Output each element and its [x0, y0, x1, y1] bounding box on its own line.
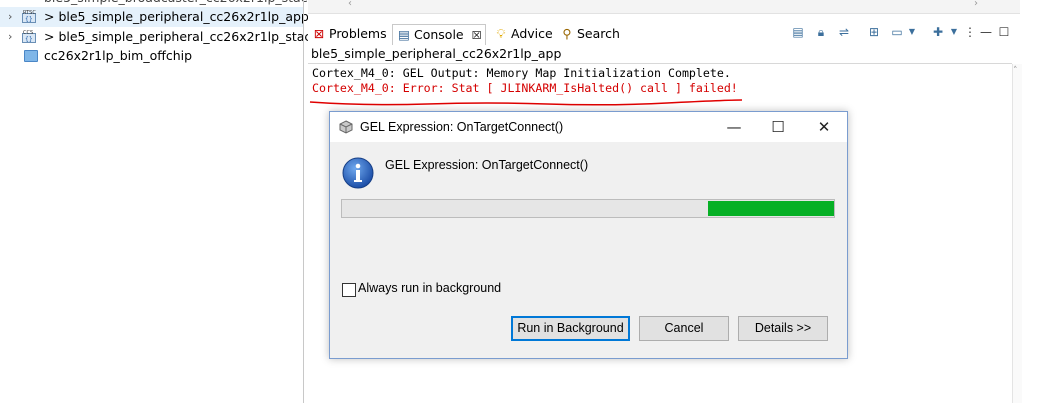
details-button[interactable]: Details >> — [738, 316, 828, 341]
display-console-icon[interactable]: ▭ — [889, 24, 905, 40]
tree-item-label: > ble5_simple_peripheral_cc26x2r1lp_stac… — [44, 29, 332, 44]
progress-bar — [341, 199, 835, 218]
chevron-down-icon[interactable]: ▼ — [946, 24, 962, 40]
tab-problems[interactable]: ⊠ Problems — [312, 24, 387, 44]
maximize-button[interactable]: ☐ — [755, 112, 801, 142]
clear-console-icon[interactable]: ▤ — [790, 24, 806, 40]
console-output-line: Cortex_M4_0: GEL Output: Memory Map Init… — [312, 66, 731, 80]
gel-expression-dialog: GEL Expression: OnTargetConnect() — ☐ ✕ … — [329, 111, 848, 359]
rtsc-project-icon: RTSC {} — [22, 10, 36, 23]
tab-search[interactable]: ⚲ Search — [560, 24, 620, 44]
vertical-scrollbar[interactable]: ˄ — [1012, 64, 1022, 403]
ccs-project-icon: CCS {} — [22, 30, 36, 43]
tree-item-label: > ble5_simple_peripheral_cc26x2r1lp_app … — [44, 9, 327, 24]
expand-chevron-icon[interactable]: › — [8, 7, 12, 27]
console-title: ble5_simple_peripheral_cc26x2r1lp_app — [311, 46, 562, 61]
divider — [308, 63, 1012, 64]
info-icon — [342, 157, 374, 189]
project-explorer: ble5_simple_broadcaster_cc26x2r1lp_stack… — [0, 0, 332, 403]
minimize-view-icon[interactable]: — — [978, 24, 994, 40]
maximize-view-icon[interactable]: ☐ — [996, 24, 1012, 40]
dialog-message: GEL Expression: OnTargetConnect() — [385, 158, 589, 172]
console-error-line: Cortex_M4_0: Error: Stat [ JLINKARM_IsHa… — [312, 81, 738, 95]
checkbox-label[interactable]: Always run in background — [358, 281, 501, 295]
folder-icon — [24, 50, 38, 62]
svg-text:{}: {} — [25, 36, 33, 43]
minimize-button[interactable]: — — [711, 112, 757, 142]
lightbulb-icon: 💡︎ — [496, 26, 506, 41]
view-divider[interactable] — [303, 0, 304, 403]
tree-item-simple-peripheral-app[interactable]: › RTSC {} > ble5_simple_peripheral_cc26x… — [0, 7, 326, 27]
open-console-icon[interactable]: ✚ — [930, 24, 946, 40]
chevron-down-icon[interactable]: ▼ — [904, 24, 920, 40]
progress-fill — [708, 201, 834, 216]
word-wrap-icon[interactable]: ⇌ — [836, 24, 852, 40]
view-menu-icon[interactable]: ⋮ — [962, 24, 978, 40]
tab-advice[interactable]: 💡︎ Advice — [494, 24, 553, 44]
close-button[interactable]: ✕ — [801, 112, 847, 142]
search-flashlight-icon: ⚲ — [562, 26, 572, 41]
dialog-title: GEL Expression: OnTargetConnect() — [360, 120, 564, 134]
tab-console[interactable]: ▤ Console ☒ — [392, 24, 487, 45]
console-icon: ▤ — [398, 27, 410, 42]
tab-label: Console — [414, 27, 464, 42]
expand-chevron-icon[interactable]: › — [8, 27, 12, 47]
annotation-underline — [309, 99, 743, 106]
tab-label: Advice — [511, 26, 553, 41]
scroll-left-icon[interactable]: ‹ — [348, 0, 352, 9]
run-in-background-button[interactable]: Run in Background — [511, 316, 630, 341]
scroll-up-icon[interactable]: ˄ — [1013, 66, 1018, 76]
scroll-right-icon[interactable]: › — [974, 0, 978, 9]
problems-icon: ⊠ — [313, 26, 325, 41]
tree-item-label: cc26x2r1lp_bim_offchip — [44, 48, 193, 63]
tab-label: Problems — [329, 26, 387, 41]
horizontal-scrollbar[interactable]: ‹ › — [308, 0, 1020, 14]
svg-text:{}: {} — [25, 16, 33, 23]
ccs-cube-icon — [339, 120, 353, 134]
tab-close-icon[interactable]: ☒ — [472, 29, 482, 42]
dialog-titlebar[interactable]: GEL Expression: OnTargetConnect() — ☐ ✕ — [330, 112, 847, 142]
scroll-lock-icon[interactable]: 🔒︎ — [813, 24, 829, 40]
always-run-background-checkbox[interactable] — [342, 283, 356, 297]
tab-label: Search — [577, 26, 620, 41]
pin-console-icon[interactable]: ⊞ — [866, 24, 882, 40]
cancel-button[interactable]: Cancel — [639, 316, 729, 341]
